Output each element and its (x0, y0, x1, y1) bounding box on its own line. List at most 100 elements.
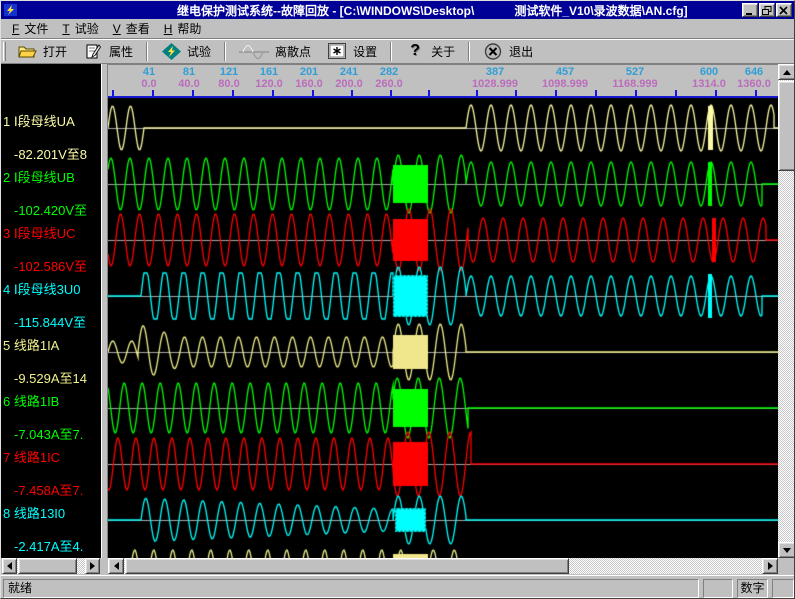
channel-label-panel: 1 Ⅰ段母线UA -82.201V至8 2 Ⅰ段母线UB -102.420V至 3 Ⅰ段… (1, 64, 101, 558)
ruler-sample-label: 161 (260, 66, 278, 78)
toolbar-separator (224, 42, 226, 61)
channel-name-label[interactable]: 5 线路1IA (3, 335, 59, 354)
status-num-indicator: 数字 (737, 579, 768, 598)
about-icon: ? (405, 43, 425, 60)
channel-range-label: -7.458A至7. (14, 480, 83, 499)
channel-name-label[interactable]: 3 Ⅰ段母线UC (3, 223, 75, 242)
title-bar: 继电保护测试系统--故障回放 - [C:\WINDOWS\Desktop\ 测试… (1, 1, 794, 19)
vertical-scrollbar (778, 64, 795, 558)
vertical-scroll-thumb[interactable] (778, 81, 795, 171)
properties-button[interactable]: 属性 (75, 40, 141, 63)
status-message: 就绪 (3, 579, 699, 598)
channel-range-label: -2.417A至4. (14, 536, 83, 555)
discrete-points-icon (239, 43, 269, 60)
scroll-up-button[interactable] (778, 64, 795, 80)
menu-view[interactable]: V查看 (106, 18, 157, 39)
scroll-right-button[interactable] (762, 558, 778, 574)
ruler-time-label: 200.0 (335, 78, 363, 90)
channel-name-label[interactable]: 2 Ⅰ段母线UB (3, 167, 75, 186)
ruler-time-label: 1314.0 (692, 78, 726, 90)
waveform-scroll-thumb[interactable] (125, 558, 569, 574)
ruler-sample-label: 81 (183, 66, 195, 78)
channel-range-label: -102.420V至 (14, 200, 87, 219)
menu-bar: F文件 T试验 V查看 H帮助 (1, 19, 794, 39)
channel-name-label[interactable]: 8 线路13I0 (3, 503, 65, 522)
open-button[interactable]: 打开 (9, 40, 75, 63)
scroll-left-button[interactable] (108, 558, 124, 574)
left-scroll-thumb[interactable] (18, 558, 77, 574)
ruler-time-label: 1360.0 (737, 78, 771, 90)
ruler-time-label: 260.0 (375, 78, 403, 90)
ruler-time-label: 1168.999 (612, 78, 657, 90)
window-title: 继电保护测试系统--故障回放 - [C:\WINDOWS\Desktop\ 测试… (177, 2, 688, 19)
horizontal-scrollbar-row (1, 558, 795, 575)
channel-range-label: -7.043A至7. (14, 424, 83, 443)
test-button[interactable]: 试验 (153, 40, 219, 63)
ruler-sample-label: 282 (380, 66, 398, 78)
status-panel-empty (772, 579, 794, 598)
arrow-right-icon (768, 562, 773, 570)
status-bar: 就绪 数字 (1, 575, 795, 599)
ruler-time-label: 1098.999 (542, 78, 588, 90)
ruler-time-label: 80.0 (218, 78, 239, 90)
window-controls (742, 3, 792, 17)
settings-icon (327, 43, 347, 60)
ruler-time-label: 1028.999 (472, 78, 518, 90)
ruler-sample-label: 600 (700, 66, 718, 78)
arrow-right-icon (90, 562, 95, 570)
close-button[interactable] (776, 3, 792, 17)
app-window: 继电保护测试系统--故障回放 - [C:\WINDOWS\Desktop\ 测试… (0, 0, 795, 599)
open-folder-icon (17, 43, 37, 60)
arrow-down-icon (783, 548, 791, 553)
channel-name-label[interactable]: 1 Ⅰ段母线UA (3, 111, 75, 130)
toolbar: 打开 属性 试验 离散点 设置 (1, 39, 794, 64)
channel-range-label: -9.529A至14 (14, 368, 87, 387)
panel-splitter[interactable] (101, 64, 108, 575)
discrete-points-button[interactable]: 离散点 (231, 40, 319, 63)
ruler-time-label: 120.0 (255, 78, 283, 90)
menu-help[interactable]: H帮助 (157, 18, 209, 39)
settings-button[interactable]: 设置 (319, 40, 385, 63)
ruler-sample-label: 457 (556, 66, 574, 78)
channel-range-label: -102.586V至 (14, 256, 87, 275)
ruler-sample-label: 201 (300, 66, 318, 78)
toolbar-separator (390, 42, 392, 61)
channel-name-label[interactable]: 6 线路1IB (3, 391, 59, 410)
toolbar-grip[interactable] (3, 42, 6, 61)
ruler-sample-label: 646 (745, 66, 763, 78)
menu-test[interactable]: T试验 (55, 18, 105, 39)
channel-name-label[interactable]: 4 Ⅰ段母线3U0 (3, 279, 81, 298)
arrow-left-icon (114, 562, 119, 570)
waveform-canvas[interactable] (108, 96, 778, 558)
ruler-time-label: 160.0 (295, 78, 323, 90)
properties-icon (83, 43, 103, 60)
scroll-right-button[interactable] (85, 558, 100, 574)
ruler-sample-label: 121 (220, 66, 238, 78)
channel-name-label[interactable]: 7 线路1IC (3, 447, 60, 466)
ruler-time-label: 40.0 (178, 78, 199, 90)
exit-button[interactable]: 退出 (475, 40, 541, 63)
ruler-time-label: 0.0 (141, 78, 156, 90)
scroll-down-button[interactable] (778, 542, 795, 558)
status-panel-empty (703, 579, 733, 598)
channel-range-label: -82.201V至8 (14, 144, 87, 163)
exit-icon (483, 43, 503, 60)
ruler-sample-label: 241 (340, 66, 358, 78)
ruler-sample-label: 387 (486, 66, 504, 78)
time-ruler: 410.0 8140.0 12180.0 161120.0 201160.0 241200… (108, 64, 778, 96)
ruler-sample-label: 527 (626, 66, 644, 78)
ruler-sample-label: 41 (143, 66, 155, 78)
about-button[interactable]: ? 关于 (397, 40, 463, 63)
scroll-left-button[interactable] (2, 558, 17, 574)
menu-file[interactable]: F文件 (5, 18, 55, 39)
waveform-scrollbar (108, 558, 778, 575)
toolbar-separator (146, 42, 148, 61)
restore-button[interactable] (759, 3, 775, 17)
left-panel-scrollbar (1, 558, 100, 575)
channel-range-label: -115.844V至 (14, 312, 86, 331)
app-lightning-icon[interactable] (4, 4, 17, 16)
arrow-left-icon (7, 562, 12, 570)
toolbar-separator (468, 42, 470, 61)
test-lightning-icon (161, 43, 181, 60)
minimize-button[interactable] (742, 3, 758, 17)
